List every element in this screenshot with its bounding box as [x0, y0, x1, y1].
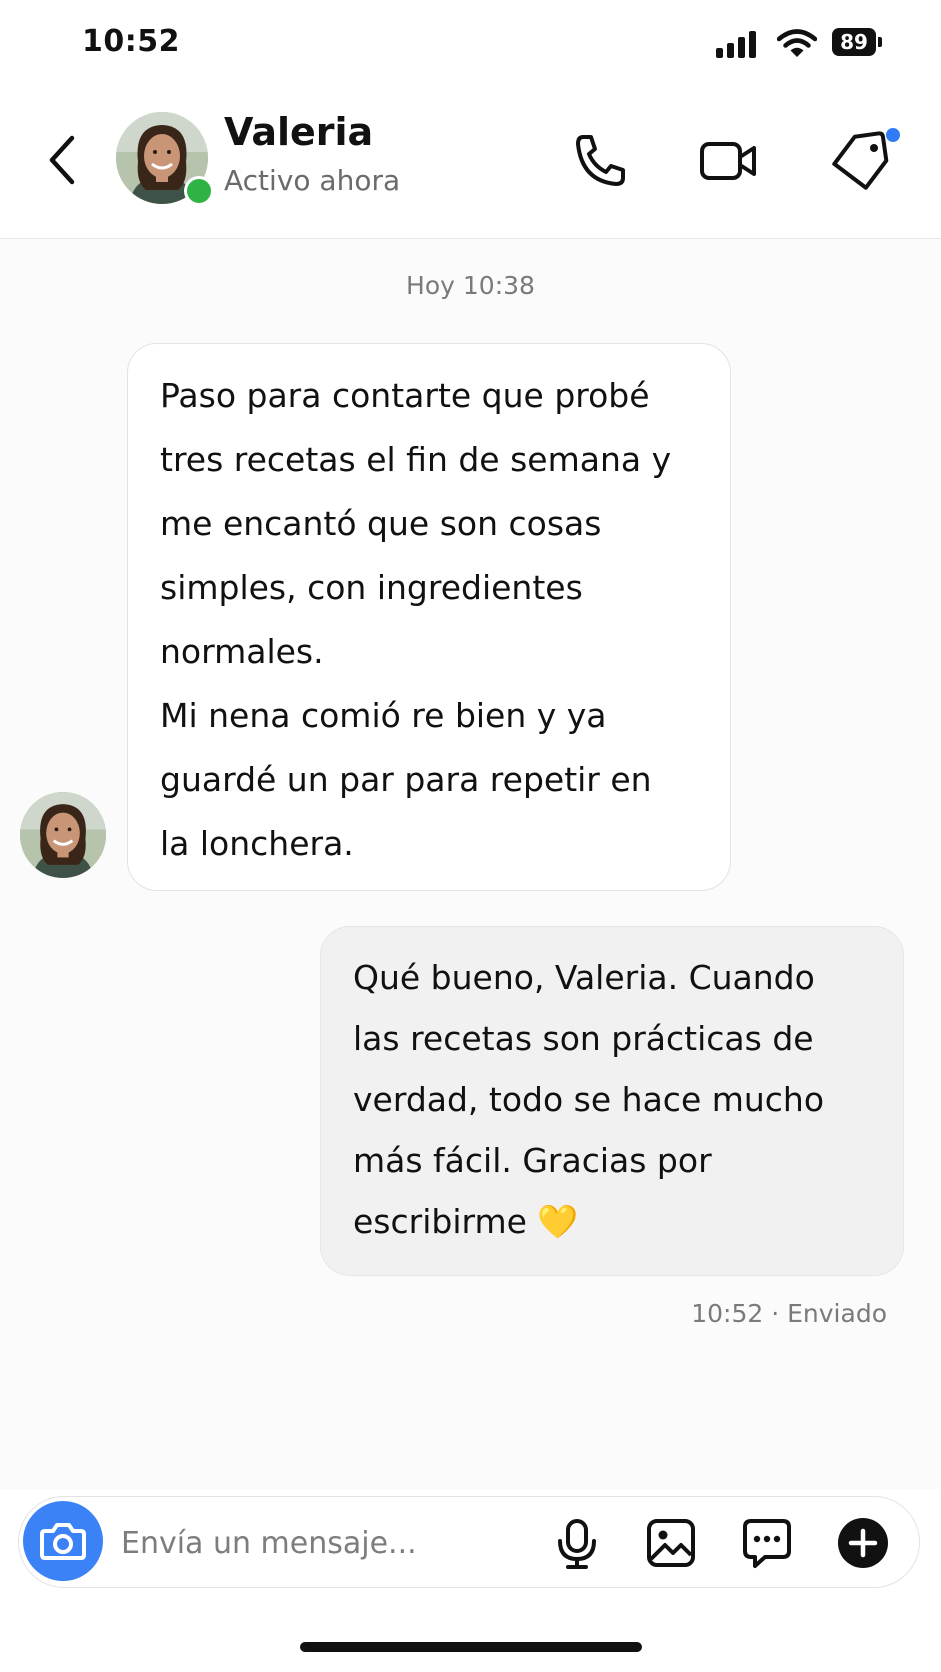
message-input[interactable] [119, 1515, 503, 1571]
home-indicator[interactable] [300, 1642, 642, 1652]
chat-header: Valeria Activo ahora [0, 90, 941, 239]
microphone-icon[interactable] [549, 1515, 605, 1571]
outgoing-message[interactable]: Qué bueno, Valeria. Cuando las recetas s… [320, 926, 904, 1276]
chat-date-label: Hoy 10:38 [406, 271, 535, 300]
online-status-indicator [184, 176, 214, 206]
plus-circle-icon[interactable] [835, 1515, 891, 1571]
chat-area[interactable]: Hoy 10:38 Paso para contarte que probé t… [0, 239, 941, 1489]
tag-icon[interactable] [830, 128, 894, 192]
image-icon[interactable] [643, 1515, 699, 1571]
sender-avatar[interactable] [20, 792, 106, 878]
back-button[interactable] [40, 130, 88, 190]
status-time: 10:52 [82, 24, 180, 59]
battery-level: 89 [840, 30, 868, 54]
camera-button[interactable] [23, 1501, 103, 1581]
phone-icon[interactable] [568, 128, 632, 192]
contact-name[interactable]: Valeria [224, 110, 373, 154]
contact-status: Activo ahora [224, 164, 401, 197]
camera-icon [40, 1523, 86, 1560]
cellular-signal-icon [716, 30, 758, 58]
message-sent-status: 10:52 · Enviado [691, 1299, 887, 1328]
incoming-message[interactable]: Paso para contarte que probé tres receta… [127, 343, 731, 891]
wifi-icon [777, 29, 817, 57]
video-camera-icon[interactable] [696, 128, 760, 192]
notification-dot [886, 128, 900, 142]
battery-icon: 89 [832, 28, 882, 56]
status-bar: 10:52 89 [0, 0, 941, 90]
chat-bubble-icon[interactable] [739, 1515, 795, 1571]
person-photo-icon [20, 792, 106, 878]
message-composer [18, 1496, 920, 1588]
